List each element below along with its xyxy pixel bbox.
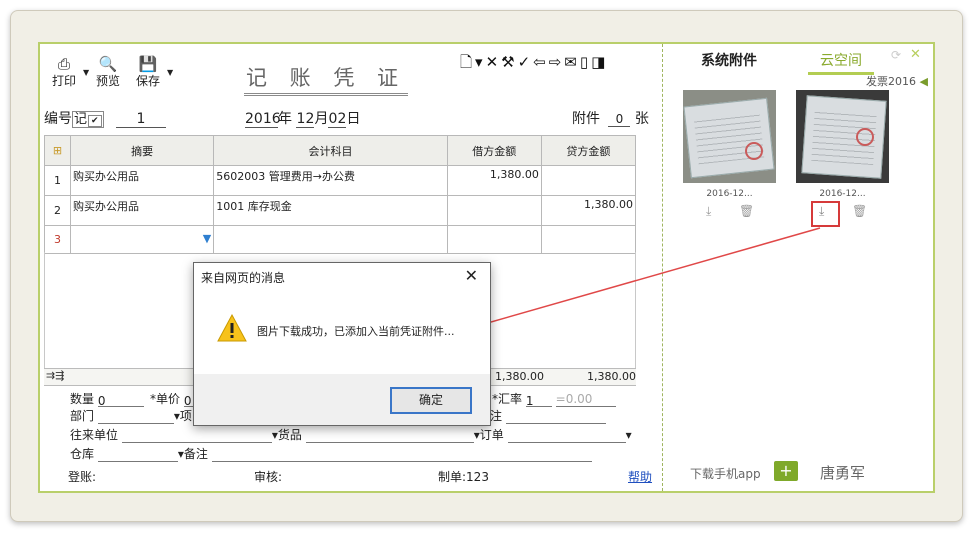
message-dialog: 来自网页的消息 ✕ 图片下载成功，已添加入当前凭证附件... 确定	[193, 262, 491, 426]
dialog-title: 来自网页的消息	[201, 271, 286, 285]
dialog-message: 图片下载成功，已添加入当前凭证附件...	[257, 325, 455, 338]
close-icon[interactable]: ✕	[465, 266, 478, 285]
arrow-line	[469, 227, 821, 329]
ok-button[interactable]: 确定	[390, 387, 472, 414]
warning-icon	[217, 314, 247, 342]
dialog-footer: 确定	[194, 374, 490, 425]
